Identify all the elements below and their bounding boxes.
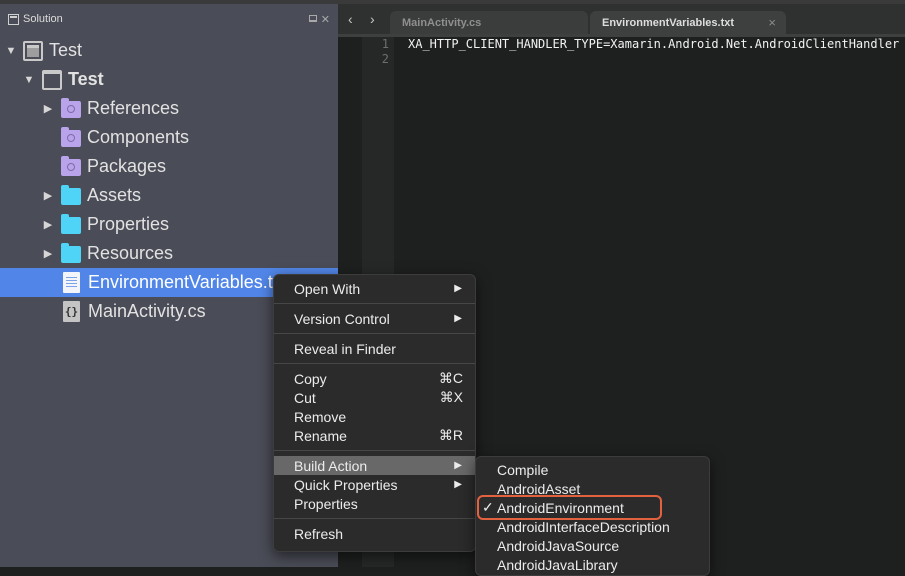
- submenu-arrow-icon: ▶: [454, 460, 462, 471]
- code-line[interactable]: XA_HTTP_CLIENT_HANDLER_TYPE=Xamarin.Andr…: [408, 37, 899, 51]
- back-arrow-icon[interactable]: ‹: [348, 11, 353, 27]
- tree-item-project[interactable]: ▼ Test: [0, 65, 338, 94]
- tree-item-properties[interactable]: ▶ Properties: [0, 210, 338, 239]
- solution-pad-header: Solution ✕: [0, 4, 338, 34]
- submenu-item-label: AndroidJavaLibrary: [497, 556, 618, 573]
- tab-close-icon[interactable]: ×: [768, 15, 776, 30]
- menu-separator: [274, 518, 475, 519]
- menu-item-label: Build Action: [294, 457, 368, 474]
- menu-shortcut: ⌘C: [438, 370, 463, 386]
- tab-label: EnvironmentVariables.txt: [602, 16, 735, 29]
- forward-arrow-icon[interactable]: ›: [370, 11, 375, 27]
- menu-item-label: Open With: [294, 280, 361, 297]
- packages-folder-icon: [61, 155, 81, 176]
- solution-icon: [23, 40, 43, 61]
- tree-item-label: EnvironmentVariables.txt: [88, 272, 287, 292]
- folder-icon: [61, 242, 81, 263]
- editor-tab-bar: ‹ › MainActivity.cs EnvironmentVariables…: [338, 4, 905, 37]
- tree-item-resources[interactable]: ▶ Resources: [0, 239, 338, 268]
- menu-item-quick-properties[interactable]: Quick Properties ▶: [274, 475, 475, 494]
- submenu-arrow-icon: ▶: [454, 313, 462, 324]
- line-number: 1: [381, 37, 389, 51]
- submenu-item-android-java-source[interactable]: AndroidJavaSource: [476, 536, 709, 555]
- submenu-item-compile[interactable]: Compile: [476, 460, 709, 479]
- menu-item-version-control[interactable]: Version Control ▶: [274, 309, 475, 328]
- tree-item-label: Components: [87, 127, 190, 147]
- folder-icon: [61, 213, 81, 234]
- menu-item-refresh[interactable]: Refresh: [274, 524, 475, 543]
- dock-icon[interactable]: [308, 15, 317, 22]
- menu-item-reveal-in-finder[interactable]: Reveal in Finder: [274, 339, 475, 358]
- context-menu: Open With ▶ Version Control ▶ Reveal in …: [273, 274, 476, 552]
- menu-item-properties[interactable]: Properties: [274, 494, 475, 513]
- tree-item-label: References: [87, 98, 180, 118]
- menu-separator: [274, 363, 475, 364]
- submenu-item-label: AndroidJavaSource: [497, 537, 620, 554]
- tree-item-label: Test: [49, 40, 83, 60]
- tree-item-label: Properties: [87, 214, 170, 234]
- submenu-item-label: AndroidInterfaceDescription: [497, 518, 670, 535]
- folder-icon: [61, 184, 81, 205]
- close-icon[interactable]: ✕: [321, 13, 330, 26]
- expand-arrow-icon[interactable]: ▶: [41, 218, 55, 231]
- highlight-annotation: [477, 495, 662, 520]
- references-folder-icon: [61, 97, 81, 118]
- tab-environment-variables[interactable]: EnvironmentVariables.txt ×: [590, 11, 786, 34]
- menu-item-label: Refresh: [294, 525, 344, 542]
- menu-item-label: Quick Properties: [294, 476, 398, 493]
- expand-arrow-icon[interactable]: ▼: [22, 74, 36, 86]
- menu-separator: [274, 303, 475, 304]
- solution-pad-icon: [8, 13, 19, 25]
- tree-item-label: MainActivity.cs: [88, 301, 206, 321]
- menu-item-build-action[interactable]: Build Action ▶: [274, 456, 475, 475]
- expand-arrow-icon[interactable]: ▶: [41, 247, 55, 260]
- tree-item-label: Packages: [87, 156, 167, 176]
- submenu-item-label: Compile: [497, 461, 549, 478]
- menu-item-remove[interactable]: Remove: [274, 407, 475, 426]
- menu-item-label: Rename: [294, 427, 347, 444]
- menu-separator: [274, 450, 475, 451]
- menu-item-label: Copy: [294, 370, 327, 387]
- menu-item-label: Properties: [294, 495, 358, 512]
- tab-main-activity[interactable]: MainActivity.cs: [390, 11, 588, 34]
- tree-item-label: Test: [68, 69, 104, 89]
- expand-arrow-icon[interactable]: ▶: [41, 102, 55, 115]
- submenu-arrow-icon: ▶: [454, 283, 462, 294]
- menu-item-label: Version Control: [294, 310, 390, 327]
- menu-item-open-with[interactable]: Open With ▶: [274, 279, 475, 298]
- expand-arrow-icon[interactable]: ▼: [4, 45, 18, 57]
- menu-item-rename[interactable]: Rename ⌘R: [274, 426, 475, 445]
- tree-item-references[interactable]: ▶ References: [0, 94, 338, 123]
- menu-shortcut: ⌘R: [438, 427, 463, 443]
- menu-separator: [274, 333, 475, 334]
- tree-item-label: Resources: [87, 243, 174, 263]
- submenu-arrow-icon: ▶: [454, 479, 462, 490]
- tree-item-assets[interactable]: ▶ Assets: [0, 181, 338, 210]
- expand-arrow-icon[interactable]: ▶: [41, 189, 55, 202]
- menu-item-label: Reveal in Finder: [294, 340, 396, 357]
- tree-item-solution[interactable]: ▼ Test: [0, 36, 338, 65]
- tab-label: MainActivity.cs: [402, 16, 482, 29]
- menu-shortcut: ⌘X: [439, 389, 463, 405]
- line-number: 2: [381, 52, 389, 66]
- menu-item-cut[interactable]: Cut ⌘X: [274, 388, 475, 407]
- project-icon: [42, 69, 62, 90]
- text-file-icon: [63, 272, 80, 293]
- tree-item-packages[interactable]: Packages: [0, 152, 338, 181]
- csharp-file-icon: {}: [63, 301, 80, 322]
- submenu-item-android-java-library[interactable]: AndroidJavaLibrary: [476, 555, 709, 574]
- tree-item-label: Assets: [87, 185, 142, 205]
- menu-item-label: Remove: [294, 408, 347, 425]
- tree-item-components[interactable]: Components: [0, 123, 338, 152]
- components-folder-icon: [61, 126, 81, 147]
- menu-item-copy[interactable]: Copy ⌘C: [274, 369, 475, 388]
- menu-item-label: Cut: [294, 389, 316, 406]
- solution-pad-title: Solution: [23, 13, 63, 25]
